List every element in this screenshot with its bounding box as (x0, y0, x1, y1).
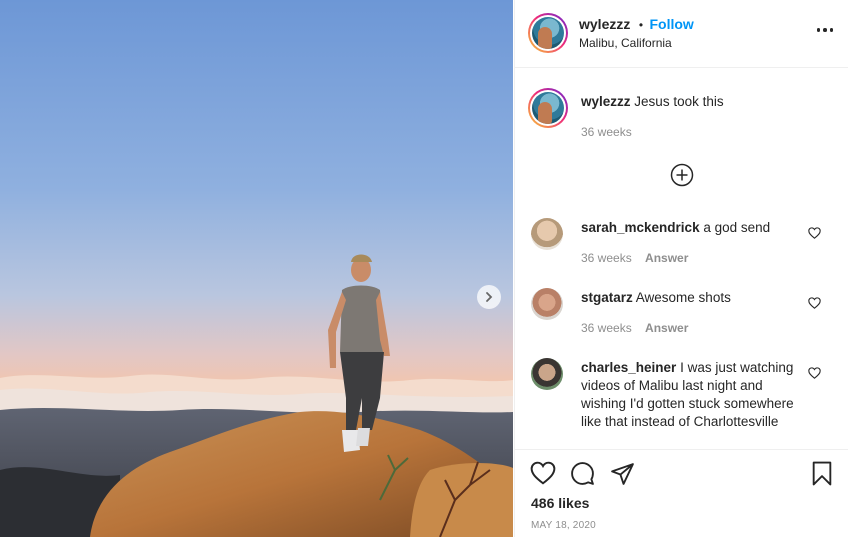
comment-body: Awesome shots (635, 290, 731, 305)
commenter-avatar[interactable] (531, 288, 563, 320)
follow-button[interactable]: Follow (649, 16, 693, 32)
comment-icon[interactable] (570, 461, 595, 491)
next-photo-button[interactable] (477, 285, 501, 309)
post-dialog: wylezzz • Follow Malibu, California wyle… (0, 0, 848, 537)
more-options-icon[interactable] (816, 28, 833, 32)
caption-username[interactable]: wylezzz (581, 94, 631, 109)
reply-button[interactable]: Answer (645, 251, 688, 265)
heart-icon[interactable] (530, 461, 556, 490)
post-header: wylezzz • Follow Malibu, California (515, 0, 848, 68)
heart-icon[interactable] (808, 366, 821, 384)
comments-list: wylezzz Jesus took this 36 weeks sarah_m… (515, 69, 848, 449)
comment-username[interactable]: stgatarz (581, 290, 633, 305)
post-photo[interactable] (0, 0, 513, 537)
comment-text: charles_heiner I was just watching video… (581, 359, 801, 431)
caption-text: wylezzz Jesus took this (581, 93, 801, 111)
comment-text: sarah_mckendrick a god send (581, 219, 801, 237)
comment-meta: 36 weeks Answer (581, 321, 688, 335)
caption-body: Jesus took this (634, 94, 724, 109)
comment-age: 36 weeks (581, 321, 632, 335)
commenter-avatar[interactable] (531, 358, 563, 390)
comment-age: 36 weeks (581, 251, 632, 265)
comment-username[interactable]: sarah_mckendrick (581, 220, 700, 235)
author-username[interactable]: wylezzz (579, 16, 630, 32)
heart-icon[interactable] (808, 226, 821, 244)
reply-button[interactable]: Answer (645, 321, 688, 335)
comment-text: stgatarz Awesome shots (581, 289, 801, 307)
chevron-right-icon (483, 291, 495, 303)
comment-username[interactable]: charles_heiner (581, 360, 676, 375)
caption-age: 36 weeks (581, 125, 632, 139)
paper-plane-icon[interactable] (610, 461, 635, 491)
caption-author-avatar[interactable] (528, 88, 568, 128)
caption-meta: 36 weeks (581, 125, 632, 139)
landscape-image (0, 0, 513, 537)
bookmark-icon[interactable] (811, 461, 833, 491)
author-avatar[interactable] (528, 13, 568, 53)
comment-body: a god send (703, 220, 771, 235)
heart-icon[interactable] (808, 296, 821, 314)
post-date: MAY 18, 2020 (531, 520, 596, 531)
post-actions: 486 likes MAY 18, 2020 (515, 449, 848, 537)
comment-meta: 36 weeks Answer (581, 251, 688, 265)
post-side-panel: wylezzz • Follow Malibu, California wyle… (514, 0, 848, 537)
plus-circle-icon[interactable] (670, 163, 694, 192)
commenter-avatar[interactable] (531, 218, 563, 250)
location-link[interactable]: Malibu, California (579, 36, 672, 50)
likes-count[interactable]: 486 likes (531, 495, 589, 511)
separator-dot: • (638, 18, 644, 32)
